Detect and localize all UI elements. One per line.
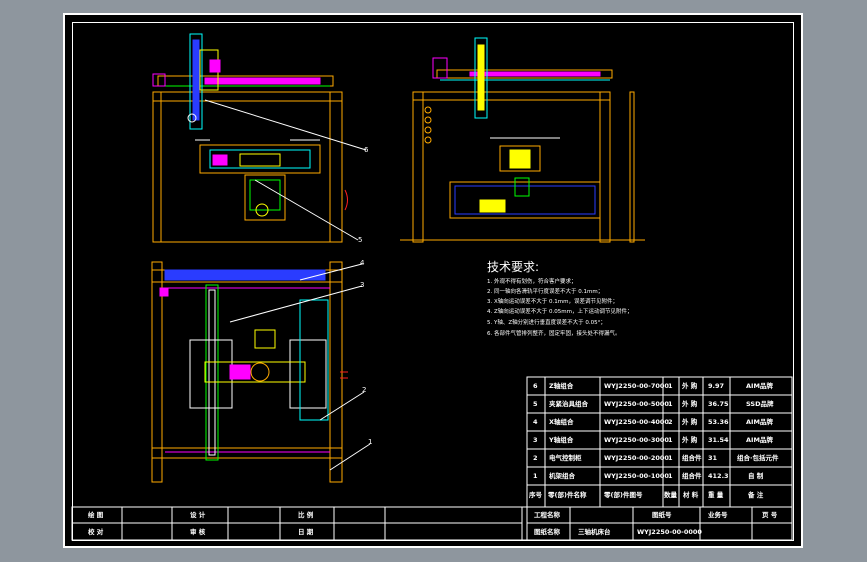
drawing-no-label: 图纸号 xyxy=(652,511,672,519)
tech-title: 技术要求: xyxy=(487,260,540,274)
drawing-name-label: 图纸名称 xyxy=(534,528,560,536)
top-front-view xyxy=(152,33,367,243)
drawing-no: WYJ2250-00-0000 xyxy=(637,528,702,536)
draw-label: 绘 图 xyxy=(88,511,104,519)
scale-label: 比 例 xyxy=(298,511,314,519)
review-label: 审 核 xyxy=(190,528,206,536)
page-no-label: 页 号 xyxy=(762,511,778,519)
tech-note: 5. Y轴、Z轴分别进行垂直度误差不大于 0.05°； xyxy=(487,320,606,326)
bottom-plan-view xyxy=(151,261,371,483)
project-label: 工程名称 xyxy=(534,511,560,519)
check-label: 校 对 xyxy=(88,528,104,536)
tech-note: 4. Z轴向运动误差不大于 0.05mm，上下运动调节见附件； xyxy=(487,309,633,315)
tech-note: 3. X轴向运动误差不大于 0.1mm，误差调节见附件； xyxy=(487,299,618,305)
callout-3: 3 xyxy=(360,281,365,289)
callout-5: 5 xyxy=(358,236,363,244)
callout-4: 4 xyxy=(360,259,365,267)
callout-2: 2 xyxy=(362,386,367,394)
tech-note: 2. 同一轴向各滑轨平行度误差不大于 0.1mm； xyxy=(487,289,604,295)
tech-note: 6. 各部件气管排列整齐，固定牢固，接头处不得漏气。 xyxy=(487,331,621,337)
cad-drawing xyxy=(71,33,793,541)
business-no-label: 业务号 xyxy=(708,511,728,519)
top-side-view xyxy=(400,37,645,243)
date-label: 日 期 xyxy=(298,528,314,536)
callout-1: 1 xyxy=(368,438,373,446)
tech-note: 1. 外观不得有划伤，符合客户要求； xyxy=(487,279,577,285)
drawing-name: 三轴机床台 xyxy=(578,528,611,536)
callout-6: 6 xyxy=(364,146,369,154)
design-label: 设 计 xyxy=(190,511,206,519)
